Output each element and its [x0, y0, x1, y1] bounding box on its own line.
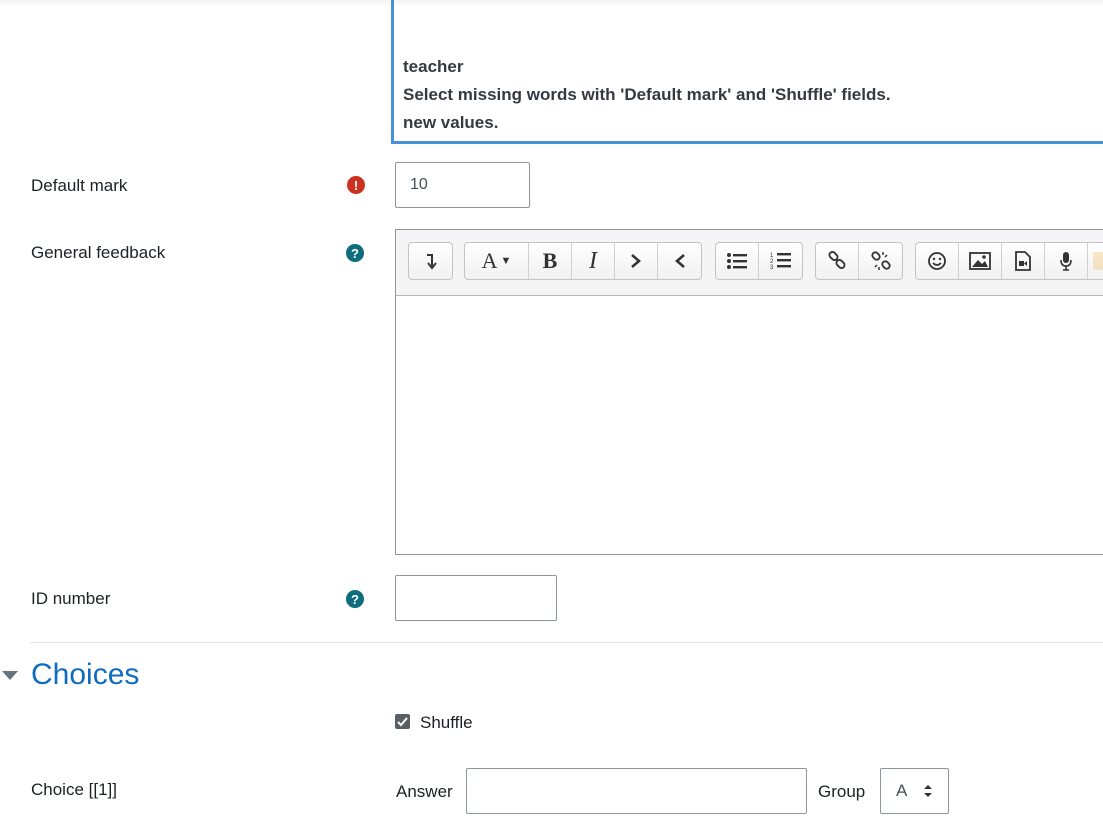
- choice-1-label: Choice [[1]]: [31, 780, 117, 799]
- record-audio-icon[interactable]: [1045, 243, 1088, 279]
- editor-content-area[interactable]: [396, 296, 1103, 554]
- editor-toolbar: A ▼ B I 123: [396, 230, 1103, 296]
- link-icon[interactable]: [816, 243, 859, 279]
- id-number-input[interactable]: [395, 575, 557, 621]
- emoji-icon[interactable]: [916, 243, 959, 279]
- help-question-icon[interactable]: ?: [346, 244, 364, 262]
- question-text-line-2: Select missing words with 'Default mark'…: [403, 85, 891, 104]
- help-question-icon[interactable]: ?: [346, 590, 364, 608]
- unordered-list-icon[interactable]: [716, 243, 759, 279]
- question-text-line-3: new values.: [403, 113, 499, 132]
- ordered-list-icon[interactable]: 123: [759, 243, 802, 279]
- italic-icon[interactable]: I: [572, 243, 615, 279]
- default-mark-label: Default mark: [31, 176, 128, 195]
- indent-icon[interactable]: [615, 243, 658, 279]
- id-number-label: ID number: [31, 589, 111, 608]
- general-feedback-editor[interactable]: A ▼ B I 123: [395, 229, 1103, 555]
- group-select[interactable]: A: [880, 768, 949, 814]
- media-icon[interactable]: [1002, 243, 1045, 279]
- toolbar-group-collapse: [408, 242, 453, 280]
- select-arrows-icon: [924, 785, 932, 797]
- question-text-editor[interactable]: teacher Select missing words with 'Defau…: [391, 0, 1103, 144]
- toolbar-group-media: [915, 242, 1103, 280]
- general-feedback-label: General feedback: [31, 243, 166, 262]
- shuffle-label: Shuffle: [420, 713, 473, 732]
- check-icon: [397, 716, 408, 726]
- choices-section-title[interactable]: Choices: [31, 658, 139, 692]
- default-mark-input[interactable]: 10: [395, 162, 530, 208]
- unlink-icon[interactable]: [859, 243, 902, 279]
- toolbar-group-format: A ▼ B I: [464, 242, 702, 280]
- answer-label: Answer: [396, 782, 453, 801]
- group-label: Group: [818, 782, 866, 801]
- section-divider: [30, 642, 1103, 643]
- question-text-line-1: teacher: [403, 57, 464, 76]
- toolbar-group-links: [815, 242, 903, 280]
- group-select-value: A: [896, 781, 908, 800]
- collapse-icon[interactable]: [409, 243, 452, 279]
- font-style-icon[interactable]: A ▼: [465, 243, 529, 279]
- more-tools-icon[interactable]: [1088, 243, 1103, 279]
- required-exclamation-icon: !: [347, 176, 365, 194]
- outdent-icon[interactable]: [658, 243, 701, 279]
- collapse-caret-icon[interactable]: [2, 671, 18, 680]
- answer-input[interactable]: [466, 768, 807, 814]
- toolbar-group-lists: 123: [715, 242, 803, 280]
- bold-icon[interactable]: B: [529, 243, 572, 279]
- svg-text:3: 3: [770, 265, 774, 271]
- image-icon[interactable]: [959, 243, 1002, 279]
- shuffle-checkbox[interactable]: [395, 714, 410, 729]
